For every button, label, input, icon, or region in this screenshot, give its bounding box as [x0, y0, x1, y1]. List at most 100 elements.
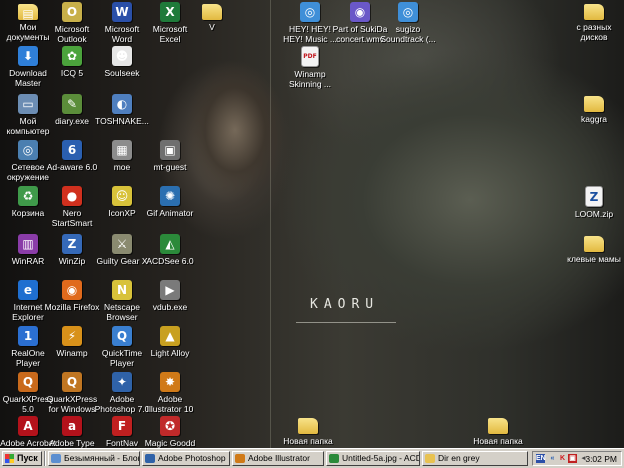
nero-icon: ●	[62, 186, 82, 206]
desktop-icon[interactable]: ◭ ACDSee 6.0	[142, 234, 198, 266]
iconxp-icon: ☺	[112, 186, 132, 206]
language-indicator[interactable]: EN	[536, 454, 546, 463]
guilty-gear-icon: ⚔	[112, 234, 132, 254]
desktop-icon[interactable]: Новая папка	[470, 416, 526, 446]
taskbar-button[interactable]: Adobe Illustrator	[232, 451, 324, 466]
desktop-icon[interactable]: Новая папка	[280, 416, 336, 446]
illustrator-icon	[235, 454, 245, 463]
quarkxpress-windows-icon: Q	[62, 372, 82, 392]
desktop-icon[interactable]: 6 Ad-aware 6.0	[44, 140, 100, 172]
desktop-icon-label: vdub.exe	[152, 302, 188, 312]
desktop-icon[interactable]: ◎ HEY! HEY! HEY! Music ...	[282, 2, 338, 44]
desktop-icon[interactable]: PDF Winamp Skinning ...	[282, 46, 338, 89]
realone-player-icon: 1	[18, 326, 38, 346]
illustrator-icon: ✸	[160, 372, 180, 392]
desktop-icon[interactable]: ▲ Light Alloy	[142, 326, 198, 358]
desktop-icon[interactable]: ✪ Magic Goodd y	[142, 416, 198, 448]
desktop-icon-label: LOOM.zip	[574, 209, 614, 219]
acdsee-icon	[329, 454, 339, 463]
fontnav-icon: F	[112, 416, 132, 436]
kaspersky-icon[interactable]: K	[558, 454, 567, 463]
desktop-icon[interactable]: O Microsoft Outlook	[44, 2, 100, 44]
wallpaper-divider	[270, 0, 271, 448]
desktop-icon[interactable]: ✿ ICQ 5	[44, 46, 100, 78]
folder-icon	[425, 454, 435, 463]
desktop-icon[interactable]: ✎ diary.exe	[44, 94, 100, 126]
folder-icon	[584, 96, 604, 112]
desktop-icon[interactable]: Z WinZip	[44, 234, 100, 266]
system-tray: EN « K ▣ ◂ 3:02 PM	[532, 451, 622, 466]
diary-exe-icon: ✎	[62, 94, 82, 114]
desktop-icon[interactable]: клевые мамы	[566, 234, 622, 264]
desktop-icon[interactable]: ● Nero StartSmart	[44, 186, 100, 228]
word-icon: W	[112, 2, 132, 22]
desktop-icon-label: V	[209, 22, 215, 32]
clock[interactable]: 3:02 PM	[585, 453, 617, 465]
desktop-icon[interactable]: ☻ Soulseek	[94, 46, 150, 78]
start-label: Пуск	[17, 453, 38, 463]
desktop-icon-label: Новая папка	[473, 436, 523, 446]
folder-icon	[488, 418, 508, 434]
network-icon: ◎	[18, 140, 38, 160]
light-alloy-icon: ▲	[160, 326, 180, 346]
recycle-bin-icon: ♻	[18, 186, 38, 206]
taskbar-button[interactable]: Безымянный - Блокнот	[48, 451, 140, 466]
desktop-icon-label: ICQ 5	[60, 68, 84, 78]
video-file-icon: ◉	[350, 2, 370, 22]
taskbar-button[interactable]: Dir en grey	[422, 451, 528, 466]
desktop-icon[interactable]: ◉ Mozilla Firefox	[44, 280, 100, 312]
desktop-icon-label: Nero StartSmart	[51, 208, 93, 228]
taskbar-button-label: Безымянный - Блокнот	[64, 453, 139, 463]
desktop-icon-label: kaggra	[581, 114, 607, 124]
desktop-icon[interactable]: ▶ vdub.exe	[142, 280, 198, 312]
desktop-icon[interactable]: Q QuarkXPress for Windows	[44, 372, 100, 414]
desktop-icon-label: Magic Goodd y	[144, 438, 196, 448]
desktop-icon[interactable]: ▣ mt-guest	[142, 140, 198, 172]
zip-file-icon: Z	[585, 186, 603, 207]
photoshop-icon	[145, 454, 155, 463]
desktop-icon[interactable]: ✸ Adobe Illustrator 10	[142, 372, 198, 414]
media-file-icon: ◎	[300, 2, 320, 22]
desktop-icon[interactable]: Z LOOM.zip	[566, 186, 622, 219]
taskbar-button-label: Adobe Illustrator	[248, 453, 310, 463]
double-chevron-icon[interactable]: «	[548, 454, 557, 463]
desktop-icon-label: QuarkXPress for Windows	[46, 394, 98, 414]
desktop-icon[interactable]: ⚡ Winamp	[44, 326, 100, 358]
desktop-icon-label: Microsoft Outlook	[54, 24, 90, 44]
quarkxpress-icon: Q	[18, 372, 38, 392]
taskbar-button[interactable]: Untitled-5a.jpg - ACDSee...	[326, 451, 420, 466]
desktop-icon[interactable]: ◎ sugizo Soundtrack (...	[380, 2, 436, 44]
taskbar-button-label: Adobe Photoshop	[158, 453, 226, 463]
my-computer-icon: ▭	[18, 94, 38, 114]
desktop-icon[interactable]: с разных дисков	[566, 2, 622, 42]
desktop-icon[interactable]: kaggra	[566, 94, 622, 124]
desktop-icon[interactable]: ✺ Gif Animator	[142, 186, 198, 218]
desktop-icon[interactable]: ◐ TOSHNAKE...	[94, 94, 150, 126]
start-button[interactable]: Пуск	[2, 451, 42, 466]
excel-icon: X	[160, 2, 180, 22]
windows-logo-icon	[5, 454, 14, 463]
desktop-icon-label: Winamp	[56, 348, 88, 358]
desktop-icon[interactable]: V	[184, 2, 240, 32]
desktop-icon-label: diary.exe	[55, 116, 89, 126]
desktop: KAORU ▤ Мои документы ⬇ Download Master ▭ Мой…	[0, 0, 624, 448]
desktop-icon-label: ACDSee 6.0	[146, 256, 194, 266]
taskbar-button-label: Dir en grey	[438, 453, 480, 463]
winrar-icon: ▥	[18, 234, 38, 254]
ati-icon[interactable]: ▣	[568, 454, 577, 463]
photoshop-icon: ✦	[112, 372, 132, 392]
desktop-icon-label: Light Alloy	[150, 348, 190, 358]
desktop-icon[interactable]: a Adobe Type	[44, 416, 100, 448]
soulseek-icon: ☻	[112, 46, 132, 66]
desktop-icon-label: Gif Animator	[146, 208, 194, 218]
gif-animator-icon: ✺	[160, 186, 180, 206]
winzip-icon: Z	[62, 234, 82, 254]
desktop-icon-label: Mozilla Firefox	[44, 302, 100, 312]
desktop-icon-label: Adobe Type	[49, 438, 95, 448]
moe-icon: ▦	[112, 140, 132, 160]
pdf-icon: PDF	[301, 46, 319, 67]
desktop-icon-label: HEY! HEY! HEY! Music ...	[283, 24, 337, 44]
acdsee-icon: ◭	[160, 234, 180, 254]
folder-icon	[202, 4, 222, 20]
taskbar-button[interactable]: Adobe Photoshop	[142, 451, 230, 466]
